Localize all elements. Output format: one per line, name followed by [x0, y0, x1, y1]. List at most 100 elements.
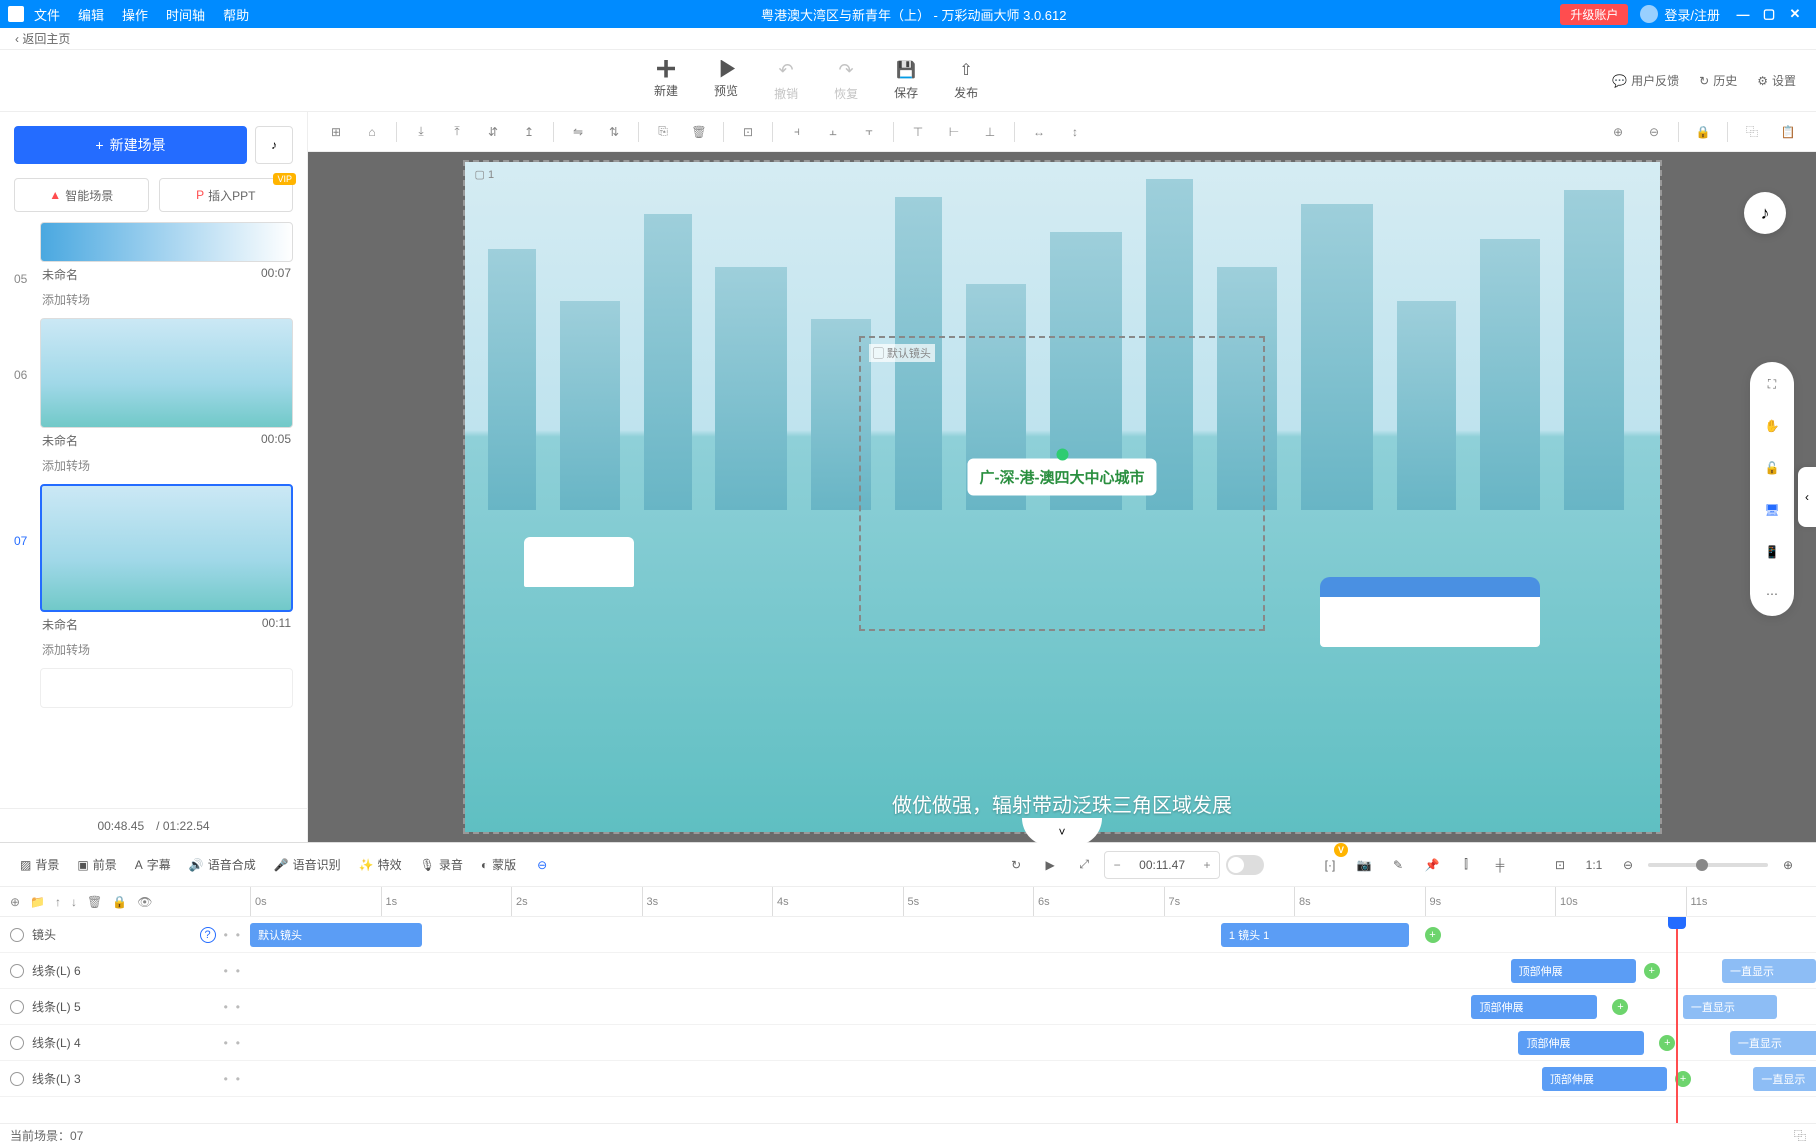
- timeline-clip[interactable]: 顶部伸展: [1511, 959, 1636, 983]
- unlock-icon[interactable]: 🔓: [1762, 458, 1782, 478]
- tl-frame-icon[interactable]: ⊡: [1546, 851, 1574, 879]
- copy-icon[interactable]: ⎘: [647, 118, 679, 146]
- tb-undo[interactable]: ↶撤销: [774, 60, 798, 102]
- lock-track-icon[interactable]: 🔒: [112, 895, 127, 909]
- scene-item-06[interactable]: 06 未命名00:05 添加转场: [14, 318, 293, 474]
- tl-ruler[interactable]: 0s1s2s3s4s5s6s7s8s9s10s11s: [250, 887, 1816, 916]
- visibility-toggle[interactable]: [10, 1036, 24, 1050]
- timeline-clip[interactable]: 一直显示: [1730, 1031, 1816, 1055]
- align-right-icon[interactable]: ⫟: [853, 118, 885, 146]
- footer-copy-icon[interactable]: ⿻: [1794, 1127, 1806, 1144]
- add-keyframe-icon[interactable]: +: [1644, 963, 1660, 979]
- add-transition[interactable]: 添加转场: [40, 637, 293, 658]
- tl-zoomout-icon[interactable]: ⊖: [1614, 851, 1642, 879]
- align-center-icon[interactable]: ⫠: [817, 118, 849, 146]
- timeline-clip[interactable]: 默认镜头: [250, 923, 422, 947]
- menu-operate[interactable]: 操作: [122, 5, 148, 24]
- feedback-button[interactable]: 💬用户反馈: [1612, 72, 1679, 89]
- visibility-toggle[interactable]: [10, 1072, 24, 1086]
- more-icon[interactable]: ⋯: [1762, 584, 1782, 604]
- align-tool-icon[interactable]: ⊞: [320, 118, 352, 146]
- row-header[interactable]: 镜头?••: [0, 926, 250, 943]
- timeline-clip[interactable]: 一直显示: [1753, 1067, 1816, 1091]
- group-icon[interactable]: ⊡: [732, 118, 764, 146]
- align-v-mid-icon[interactable]: ⊢: [938, 118, 970, 146]
- row-track[interactable]: 默认镜头1 镜头 1+: [250, 917, 1816, 952]
- dot-icon[interactable]: •: [224, 1036, 228, 1050]
- insert-ppt-button[interactable]: P插入PPTVIP: [159, 178, 294, 212]
- desktop-icon[interactable]: 🖥: [1762, 500, 1782, 520]
- timeline-clip[interactable]: 顶部伸展: [1542, 1067, 1667, 1091]
- zoom-out-icon[interactable]: ⊖: [1638, 118, 1670, 146]
- add-scene-placeholder[interactable]: [40, 668, 293, 708]
- time-minus[interactable]: −: [1105, 858, 1129, 872]
- add-keyframe-icon[interactable]: +: [1659, 1035, 1675, 1051]
- tt-effect[interactable]: ✨特效: [353, 852, 408, 877]
- align-up-icon[interactable]: ↥: [513, 118, 545, 146]
- visible-icon[interactable]: 👁: [137, 895, 152, 909]
- row-track[interactable]: 顶部伸展一直显示+: [250, 989, 1816, 1024]
- smart-scene-button[interactable]: ▲智能场景: [14, 178, 149, 212]
- dist-v-icon[interactable]: ↕: [1059, 118, 1091, 146]
- tb-redo[interactable]: ↷恢复: [834, 60, 858, 102]
- tl-edit-icon[interactable]: ✎: [1384, 851, 1412, 879]
- music-button[interactable]: ♪: [255, 126, 293, 164]
- tt-record[interactable]: 🎙录音: [414, 852, 469, 877]
- timeline-clip[interactable]: 顶部伸展: [1471, 995, 1596, 1019]
- align-v-bot-icon[interactable]: ⊥: [974, 118, 1006, 146]
- timeline-clip[interactable]: 1 镜头 1: [1221, 923, 1409, 947]
- row-header[interactable]: 线条(L) 3••: [0, 1070, 250, 1087]
- align-top-icon[interactable]: ⤒: [441, 118, 473, 146]
- dot-icon[interactable]: •: [224, 1000, 228, 1014]
- lock-icon[interactable]: 🔒: [1687, 118, 1719, 146]
- align-left-icon[interactable]: ⫞: [781, 118, 813, 146]
- home-icon[interactable]: ⌂: [356, 118, 388, 146]
- tb-publish[interactable]: ⇧发布: [954, 60, 978, 102]
- tt-mask[interactable]: ◐蒙版: [475, 852, 522, 877]
- tt-collapse-icon[interactable]: ⊖: [528, 851, 556, 879]
- align-vcenter-icon[interactable]: ⇵: [477, 118, 509, 146]
- add-transition[interactable]: 添加转场: [40, 453, 293, 474]
- dot-icon[interactable]: •: [224, 964, 228, 978]
- time-input[interactable]: − 00:11.47 +: [1104, 851, 1220, 879]
- tl-expand-icon[interactable]: ⤢: [1070, 851, 1098, 879]
- menu-help[interactable]: 帮助: [223, 5, 249, 24]
- tl-fit-icon[interactable]: 1:1: [1580, 851, 1608, 879]
- stage[interactable]: ▢ 1 ▢ 默认镜: [465, 162, 1660, 832]
- tl-play-icon[interactable]: ▶: [1036, 851, 1064, 879]
- stage-expand-handle[interactable]: ˅: [1022, 818, 1102, 846]
- new-scene-button[interactable]: +新建场景: [14, 126, 247, 164]
- paste-icon[interactable]: 📋: [1772, 118, 1804, 146]
- row-header[interactable]: 线条(L) 5••: [0, 998, 250, 1015]
- tb-new[interactable]: 新建: [654, 60, 678, 102]
- delete-icon[interactable]: 🗑: [683, 118, 715, 146]
- tl-filter-icon[interactable]: ⫿: [1452, 851, 1480, 879]
- minimize-button[interactable]: —: [1730, 7, 1756, 22]
- tt-subtitle[interactable]: A字幕: [129, 852, 177, 877]
- tl-zoomin-icon[interactable]: ⊕: [1774, 851, 1802, 879]
- tb-save[interactable]: 💾保存: [894, 60, 918, 102]
- row-header[interactable]: 线条(L) 6••: [0, 962, 250, 979]
- settings-button[interactable]: ⚙设置: [1757, 72, 1796, 89]
- upgrade-button[interactable]: 升级账户: [1560, 4, 1628, 25]
- tl-split-icon[interactable]: ╪: [1486, 851, 1514, 879]
- visibility-toggle[interactable]: [10, 928, 24, 942]
- menu-timeline[interactable]: 时间轴: [166, 5, 205, 24]
- add-transition[interactable]: 添加转场: [40, 287, 293, 308]
- tt-foreground[interactable]: ▣前景: [71, 852, 122, 877]
- scene-item-05[interactable]: 05 未命名00:07 添加转场: [14, 222, 293, 308]
- tl-switch[interactable]: [1226, 855, 1264, 875]
- dot-icon[interactable]: •: [236, 1000, 240, 1014]
- dot-icon[interactable]: •: [236, 964, 240, 978]
- tt-asr[interactable]: 🎤语音识别: [268, 852, 347, 877]
- row-track[interactable]: 顶部伸展一直显示+: [250, 953, 1816, 988]
- dist-h-icon[interactable]: ↔: [1023, 118, 1055, 146]
- maximize-button[interactable]: ▢: [1756, 6, 1782, 22]
- dot-icon[interactable]: •: [236, 928, 240, 942]
- stage-music-button[interactable]: ♪: [1744, 192, 1786, 234]
- playhead[interactable]: [1676, 917, 1678, 1123]
- user-login[interactable]: 登录/注册: [1640, 5, 1720, 24]
- panel-collapse-handle[interactable]: ‹: [1798, 467, 1816, 527]
- delete-track-icon[interactable]: 🗑: [87, 895, 102, 909]
- mobile-icon[interactable]: 📱: [1762, 542, 1782, 562]
